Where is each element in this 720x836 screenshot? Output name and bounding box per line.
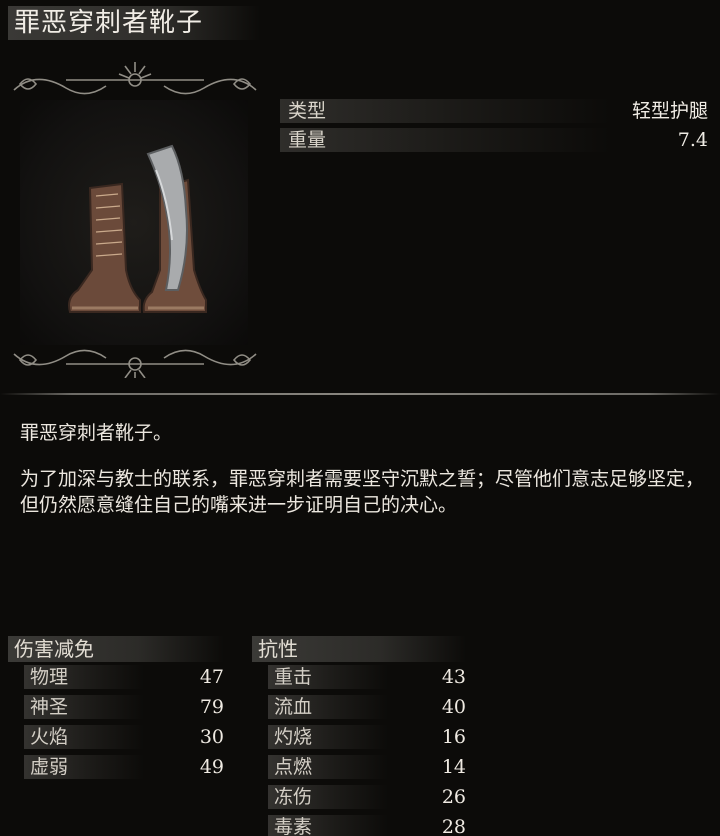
damage-value-holy: 79 bbox=[199, 696, 224, 718]
resist-row-bleed: 流血 40 bbox=[252, 692, 466, 722]
resist-label-strike: 重击 bbox=[274, 666, 313, 688]
description-line-1: 罪恶穿刺者靴子。 bbox=[20, 422, 173, 444]
resist-value-burn: 16 bbox=[441, 726, 466, 748]
damage-label-physical: 物理 bbox=[30, 666, 69, 688]
resist-row-strike: 重击 43 bbox=[252, 662, 466, 692]
damage-value-physical: 47 bbox=[199, 666, 224, 688]
resist-value-poison: 28 bbox=[441, 816, 466, 836]
item-description: 罪恶穿刺者靴子。 为了加深与教士的联系，罪恶穿刺者需要坚守沉默之誓；尽管他们意志… bbox=[20, 420, 710, 518]
type-value: 轻型护腿 bbox=[631, 100, 708, 122]
resist-label-frost: 冻伤 bbox=[274, 786, 313, 808]
boots-icon bbox=[68, 144, 207, 313]
resist-value-ignite: 14 bbox=[441, 756, 466, 778]
damage-negation-header: 伤害减免 bbox=[8, 636, 224, 662]
type-label: 类型 bbox=[288, 100, 327, 122]
resist-row-poison: 毒素 28 bbox=[252, 812, 466, 836]
description-line-2: 为了加深与教士的联系，罪恶穿刺者需要坚守沉默之誓；尽管他们意志足够坚定，但仍然愿… bbox=[20, 468, 705, 516]
resist-label-bleed: 流血 bbox=[274, 696, 313, 718]
resist-label-poison: 毒素 bbox=[274, 816, 313, 836]
resistance-header: 抗性 bbox=[252, 636, 466, 662]
damage-row-physical: 物理 47 bbox=[8, 662, 224, 692]
resist-value-strike: 43 bbox=[441, 666, 466, 688]
resist-row-ignite: 点燃 14 bbox=[252, 752, 466, 782]
damage-negation-section: 伤害减免 物理 47 神圣 79 火焰 30 虚弱 49 bbox=[8, 636, 224, 782]
damage-row-holy: 神圣 79 bbox=[8, 692, 224, 722]
damage-label-holy: 神圣 bbox=[30, 696, 69, 718]
type-row: 类型 轻型护腿 bbox=[280, 98, 710, 124]
resist-row-frost: 冻伤 26 bbox=[252, 782, 466, 812]
section-divider bbox=[0, 393, 720, 395]
weight-label: 重量 bbox=[288, 129, 327, 151]
damage-row-weak: 虚弱 49 bbox=[8, 752, 224, 782]
resist-value-frost: 26 bbox=[441, 786, 466, 808]
resist-label-ignite: 点燃 bbox=[274, 756, 313, 778]
damage-value-fire: 30 bbox=[199, 726, 224, 748]
damage-value-weak: 49 bbox=[199, 756, 224, 778]
resist-row-burn: 灼烧 16 bbox=[252, 722, 466, 752]
damage-negation-title: 伤害减免 bbox=[14, 637, 94, 661]
type-row-bar bbox=[280, 99, 610, 123]
item-title: 罪恶穿刺者靴子 bbox=[14, 8, 204, 38]
damage-label-weak: 虚弱 bbox=[30, 756, 69, 778]
resist-value-bleed: 40 bbox=[441, 696, 466, 718]
resist-label-burn: 灼烧 bbox=[274, 726, 313, 748]
weight-value: 7.4 bbox=[677, 129, 708, 151]
resistance-section: 抗性 重击 43 流血 40 灼烧 16 点燃 14 冻伤 26 毒素 28 bbox=[252, 636, 466, 836]
weight-row-bar bbox=[280, 128, 610, 152]
damage-label-fire: 火焰 bbox=[30, 726, 69, 748]
damage-row-fire: 火焰 30 bbox=[8, 722, 224, 752]
resistance-title: 抗性 bbox=[258, 637, 298, 661]
weight-row: 重量 7.4 bbox=[280, 127, 710, 153]
